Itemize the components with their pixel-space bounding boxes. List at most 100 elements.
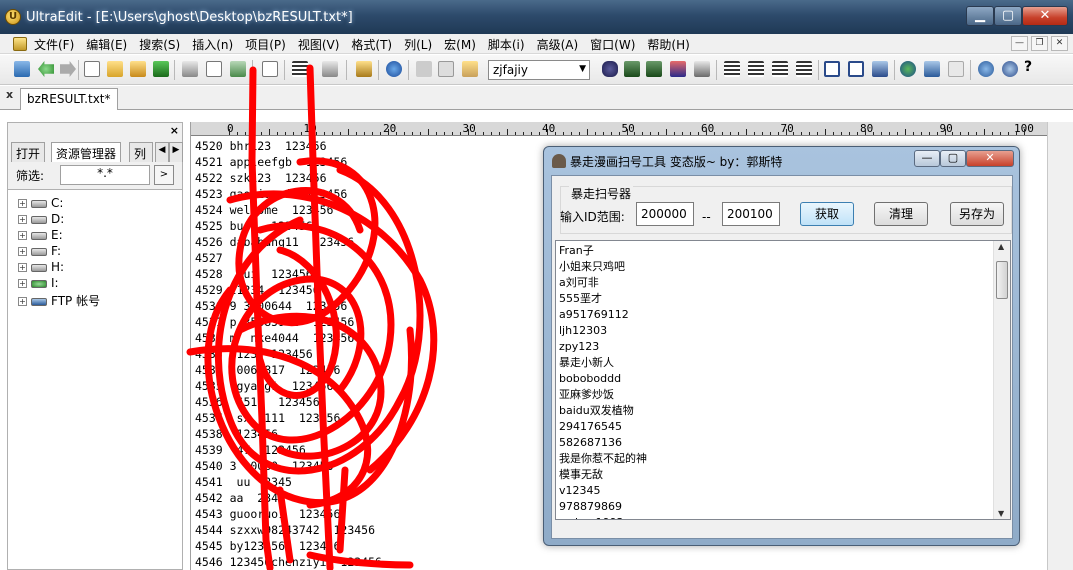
editor-line[interactable]: 4531 p 35885942 123456 [195, 314, 382, 330]
expand-icon[interactable]: + [18, 279, 27, 288]
justify-icon[interactable] [796, 61, 812, 77]
save-as-button[interactable]: 另存为 [950, 202, 1004, 226]
editor-line[interactable]: 4532 m nke4044 123456 [195, 330, 382, 346]
result-item[interactable]: 978879869 [559, 499, 647, 515]
tab-list[interactable]: 列表 [129, 142, 153, 162]
context-help-icon[interactable]: ? [1024, 59, 1032, 75]
print-icon[interactable] [182, 61, 198, 77]
font-select[interactable]: zjfajiy ▼ [488, 60, 590, 80]
result-item[interactable]: 模事无敌 [559, 467, 647, 483]
tree-item-e[interactable]: + E: [18, 228, 63, 244]
expand-icon[interactable]: + [18, 199, 27, 208]
split-horizontal-icon[interactable] [824, 61, 840, 77]
result-item[interactable]: 582687136 [559, 435, 647, 451]
expand-icon[interactable]: + [18, 297, 27, 306]
id-to-input[interactable]: 200100 [722, 202, 780, 226]
find-icon[interactable] [602, 61, 618, 77]
editor-line[interactable]: 4525 bus1 123456 [195, 218, 382, 234]
expand-icon[interactable]: + [18, 263, 27, 272]
editor-line[interactable]: 4528 rui 123456 [195, 266, 382, 282]
scroll-down-icon[interactable]: ▼ [998, 509, 1004, 518]
tree-item-i[interactable]: + I: [18, 276, 59, 292]
editor-line[interactable]: 4543 guooruo1 123456 [195, 506, 382, 522]
editor-line[interactable]: 4534 0060817 123456 [195, 362, 382, 378]
editor-line[interactable]: 4545 by123456 123456 [195, 538, 382, 554]
cascade-windows-icon[interactable] [872, 61, 888, 77]
menu-format[interactable]: 格式(T) [351, 36, 392, 53]
ultraedit-app-icon[interactable]: U [5, 9, 21, 25]
menu-macro[interactable]: 宏(M) [444, 36, 476, 53]
menu-file[interactable]: 文件(F) [34, 36, 74, 53]
menu-view[interactable]: 视图(V) [298, 36, 340, 53]
globe-icon[interactable] [900, 61, 916, 77]
menu-edit[interactable]: 编辑(E) [86, 36, 127, 53]
clear-button[interactable]: 清理 [874, 202, 928, 226]
paste-icon[interactable] [462, 61, 478, 77]
document-icon[interactable] [13, 37, 27, 51]
result-item[interactable]: boboboddd [559, 371, 647, 387]
result-item[interactable]: v12345 [559, 483, 647, 499]
expand-icon[interactable]: + [18, 215, 27, 224]
editor-line[interactable]: 4540 3 0060 123456 [195, 458, 382, 474]
tab-open[interactable]: 打开 [11, 142, 46, 162]
replace-icon[interactable] [670, 61, 686, 77]
menu-column[interactable]: 列(L) [404, 36, 432, 53]
result-item[interactable]: 555垩才 [559, 291, 647, 307]
result-list-scrollbar[interactable]: ▲ ▼ [993, 241, 1010, 519]
menu-script[interactable]: 脚本(i) [488, 36, 525, 53]
result-item[interactable]: 小姐来只鸡吧 [559, 259, 647, 275]
back-doc-icon[interactable] [14, 61, 30, 77]
editor-line[interactable]: 4523 gaoxiarui 123456 [195, 186, 382, 202]
bookmark-icon[interactable] [356, 61, 372, 77]
find-prev-icon[interactable] [646, 61, 662, 77]
result-item[interactable]: 暴走小新人 [559, 355, 647, 371]
align-left-icon[interactable] [724, 61, 740, 77]
editor-line[interactable]: 4520 bhr123 123456 [195, 138, 382, 154]
print-preview-icon[interactable] [206, 61, 222, 77]
editor-line[interactable]: 4542 aa 2345 [195, 490, 382, 506]
maximize-button[interactable]: ▢ [994, 6, 1022, 26]
editor-line[interactable]: 4529 z1234 123456 [195, 282, 382, 298]
editor-line[interactable]: 4533 123 123456 [195, 346, 382, 362]
editor-line[interactable]: 4527 [195, 250, 382, 266]
dialog-minimize-button[interactable]: — [914, 150, 940, 167]
editor-line[interactable]: 4522 szk123 123456 [195, 170, 382, 186]
arrow-right-icon[interactable] [60, 61, 76, 77]
menu-insert[interactable]: 插入(n) [192, 36, 233, 53]
open-folder-icon[interactable] [107, 61, 123, 77]
minimize-button[interactable]: ▁ [966, 6, 994, 26]
find-in-files-icon[interactable] [694, 61, 710, 77]
tree-item-c[interactable]: + C: [18, 196, 63, 212]
align-right-icon[interactable] [772, 61, 788, 77]
tree-item-f[interactable]: + F: [18, 244, 61, 260]
menu-window[interactable]: 窗口(W) [590, 36, 635, 53]
new-file-icon[interactable] [84, 61, 100, 77]
result-item[interactable]: ljh12303 [559, 323, 647, 339]
save-icon[interactable] [153, 61, 169, 77]
document-icon[interactable] [262, 61, 278, 77]
result-item[interactable]: Fran子 [559, 243, 647, 259]
scroll-up-icon[interactable]: ▲ [998, 242, 1004, 251]
filter-apply-button[interactable]: > [154, 165, 174, 185]
cut-icon[interactable] [416, 61, 432, 77]
editor-line[interactable]: 4538 123456 [195, 426, 382, 442]
editor-line[interactable]: 4537 sx 111 123456 [195, 410, 382, 426]
menu-project[interactable]: 项目(P) [245, 36, 286, 53]
result-item[interactable]: 我是你惹不起的神 [559, 451, 647, 467]
editor-line[interactable]: 4521 appleefgb 123456 [195, 154, 382, 170]
open-folder-alt-icon[interactable] [130, 61, 146, 77]
dialog-close-button[interactable]: ✕ [966, 150, 1014, 167]
window-title-bar[interactable]: U UltraEdit - [E:\Users\ghost\Desktop\bz… [0, 0, 1073, 34]
mdi-close-button[interactable]: ✕ [1051, 36, 1068, 51]
copy-icon[interactable] [438, 61, 454, 77]
result-item[interactable]: a刘可非 [559, 275, 647, 291]
mdi-restore-button[interactable]: ❐ [1031, 36, 1048, 51]
editor-vertical-scrollbar[interactable] [1047, 122, 1073, 570]
align-center-icon[interactable] [748, 61, 764, 77]
editor-line[interactable]: 4544 szxxw98243742 123456 [195, 522, 382, 538]
editor-line[interactable]: 4539 47 123456 [195, 442, 382, 458]
editor-line[interactable]: 4546 123456chenziyi 123456 [195, 554, 382, 570]
split-vertical-icon[interactable] [848, 61, 864, 77]
web-help-icon[interactable] [1002, 61, 1018, 77]
dialog-maximize-button[interactable]: ▢ [940, 150, 966, 167]
